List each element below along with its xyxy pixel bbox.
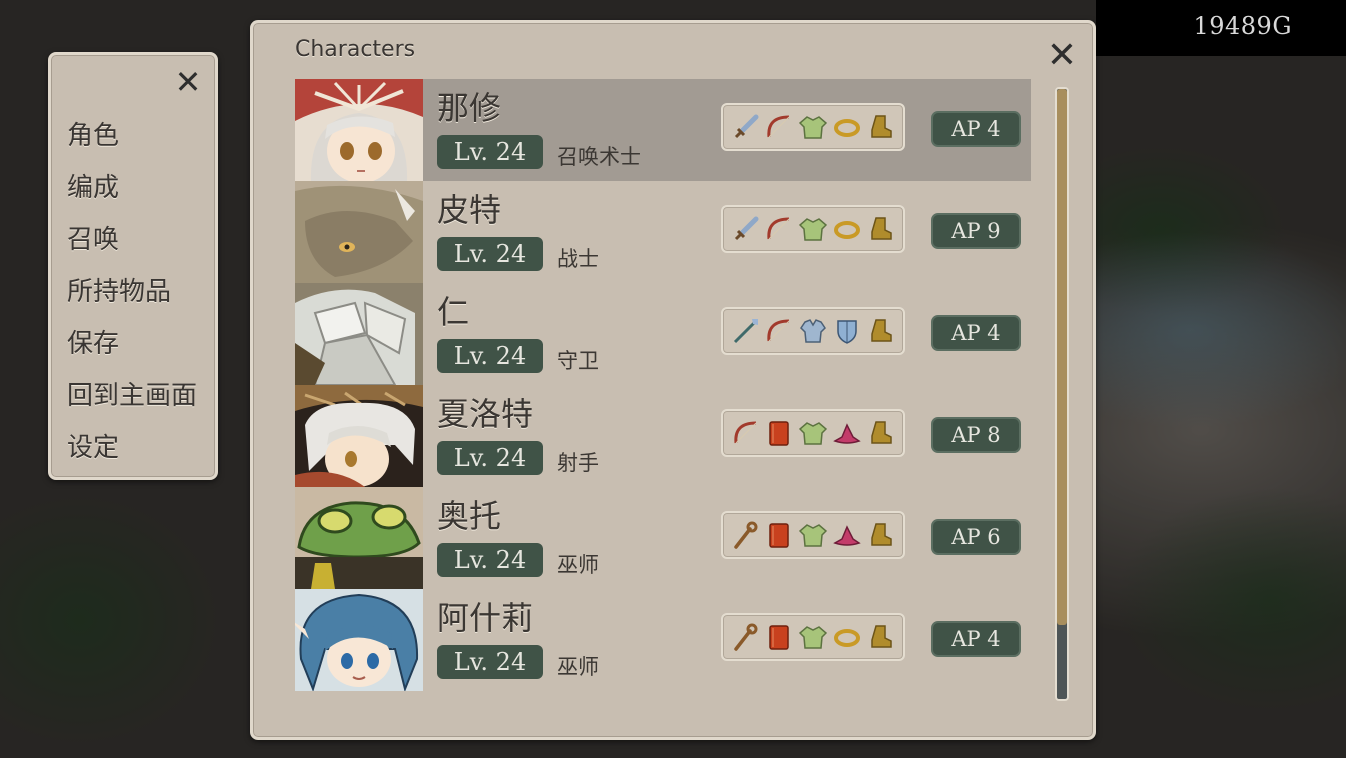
ring-icon — [833, 215, 861, 243]
shield-icon — [833, 317, 861, 345]
boots-icon — [866, 317, 894, 345]
boots-icon — [866, 419, 894, 447]
menu-item-inventory[interactable]: 所持物品 — [67, 271, 171, 308]
close-icon: ✕ — [1046, 35, 1078, 76]
close-menu-button[interactable]: ✕ — [173, 66, 203, 98]
class-label: 巫师 — [557, 553, 599, 577]
character-list: 那修 Lv. 24 召唤术士 AP 4 皮特 Lv. 24 战士 AP 9 仁 … — [295, 79, 1031, 707]
ap-badge: AP 4 — [931, 621, 1021, 657]
ap-badge: AP 4 — [931, 315, 1021, 351]
character-row[interactable]: 奥托 Lv. 24 巫师 AP 6 — [295, 487, 1031, 589]
menu-item-characters[interactable]: 角色 — [67, 115, 119, 152]
equipment-slots[interactable] — [721, 511, 905, 559]
top-bar: 19489G — [1096, 0, 1346, 56]
scrollbar-thumb[interactable] — [1057, 89, 1067, 625]
ap-badge: AP 9 — [931, 213, 1021, 249]
book-icon — [765, 623, 793, 651]
hat-icon — [832, 521, 861, 549]
boots-icon — [866, 113, 894, 141]
character-row[interactable]: 皮特 Lv. 24 战士 AP 9 — [295, 181, 1031, 283]
character-name: 奥托 — [437, 497, 502, 535]
equipment-slots[interactable] — [721, 613, 905, 661]
character-name: 那修 — [437, 89, 502, 127]
character-name: 夏洛特 — [437, 395, 534, 433]
character-portrait — [295, 385, 423, 487]
class-label: 守卫 — [557, 349, 599, 373]
bow-icon — [765, 317, 793, 345]
character-row[interactable]: 夏洛特 Lv. 24 射手 AP 8 — [295, 385, 1031, 487]
menu-item-summon[interactable]: 召唤 — [67, 219, 119, 256]
sword-icon — [732, 215, 760, 243]
character-portrait — [295, 79, 423, 181]
character-name: 阿什莉 — [437, 599, 534, 637]
armor-icon — [799, 317, 827, 345]
level-badge: Lv. 24 — [437, 339, 543, 373]
character-portrait — [295, 589, 423, 691]
book-icon — [765, 521, 793, 549]
menu-item-save[interactable]: 保存 — [67, 323, 119, 360]
character-portrait — [295, 283, 423, 385]
menu-item-settings[interactable]: 设定 — [67, 427, 119, 464]
book-icon — [765, 419, 793, 447]
level-badge: Lv. 24 — [437, 645, 543, 679]
class-label: 射手 — [557, 451, 599, 475]
character-name: 皮特 — [437, 191, 502, 229]
boots-icon — [866, 521, 894, 549]
scrollbar[interactable] — [1055, 87, 1069, 701]
bow-icon — [732, 419, 760, 447]
gold-counter: 19489G — [1193, 12, 1292, 40]
character-portrait — [295, 181, 423, 283]
boots-icon — [866, 623, 894, 651]
ap-badge: AP 8 — [931, 417, 1021, 453]
level-badge: Lv. 24 — [437, 441, 543, 475]
character-row[interactable]: 仁 Lv. 24 守卫 AP 4 — [295, 283, 1031, 385]
character-portrait — [295, 487, 423, 589]
bow-icon — [765, 215, 793, 243]
character-row[interactable]: 那修 Lv. 24 召唤术士 AP 4 — [295, 79, 1031, 181]
level-badge: Lv. 24 — [437, 543, 543, 577]
character-name: 仁 — [437, 293, 470, 331]
ap-badge: AP 4 — [931, 111, 1021, 147]
class-label: 召唤术士 — [557, 145, 641, 169]
tunic-icon — [798, 113, 828, 141]
ap-badge: AP 6 — [931, 519, 1021, 555]
class-label: 战士 — [557, 247, 599, 271]
equipment-slots[interactable] — [721, 205, 905, 253]
character-row[interactable]: 阿什莉 Lv. 24 巫师 AP 4 — [295, 589, 1031, 691]
menu-item-formation[interactable]: 编成 — [67, 167, 119, 204]
characters-panel: Characters ✕ 那修 Lv. 24 召唤术士 AP 4 皮特 Lv. … — [250, 20, 1096, 740]
ring-icon — [833, 113, 861, 141]
tunic-icon — [798, 419, 828, 447]
spear-icon — [732, 317, 760, 345]
tunic-icon — [798, 521, 828, 549]
boots-icon — [866, 215, 894, 243]
equipment-slots[interactable] — [721, 409, 905, 457]
class-label: 巫师 — [557, 655, 599, 679]
side-menu: ✕ 角色 编成 召唤 所持物品 保存 回到主画面 设定 — [48, 52, 218, 480]
level-badge: Lv. 24 — [437, 135, 543, 169]
close-panel-button[interactable]: ✕ — [1045, 38, 1079, 74]
ring-icon — [833, 623, 861, 651]
tunic-icon — [798, 623, 828, 651]
hat-icon — [832, 419, 861, 447]
menu-item-title-screen[interactable]: 回到主画面 — [67, 375, 197, 412]
close-icon: ✕ — [174, 63, 202, 101]
bow-icon — [765, 113, 793, 141]
level-badge: Lv. 24 — [437, 237, 543, 271]
sword-icon — [732, 113, 760, 141]
tunic-icon — [798, 215, 828, 243]
equipment-slots[interactable] — [721, 307, 905, 355]
equipment-slots[interactable] — [721, 103, 905, 151]
panel-title: Characters — [295, 37, 416, 62]
staff-icon — [732, 521, 760, 549]
staff-icon — [732, 623, 760, 651]
